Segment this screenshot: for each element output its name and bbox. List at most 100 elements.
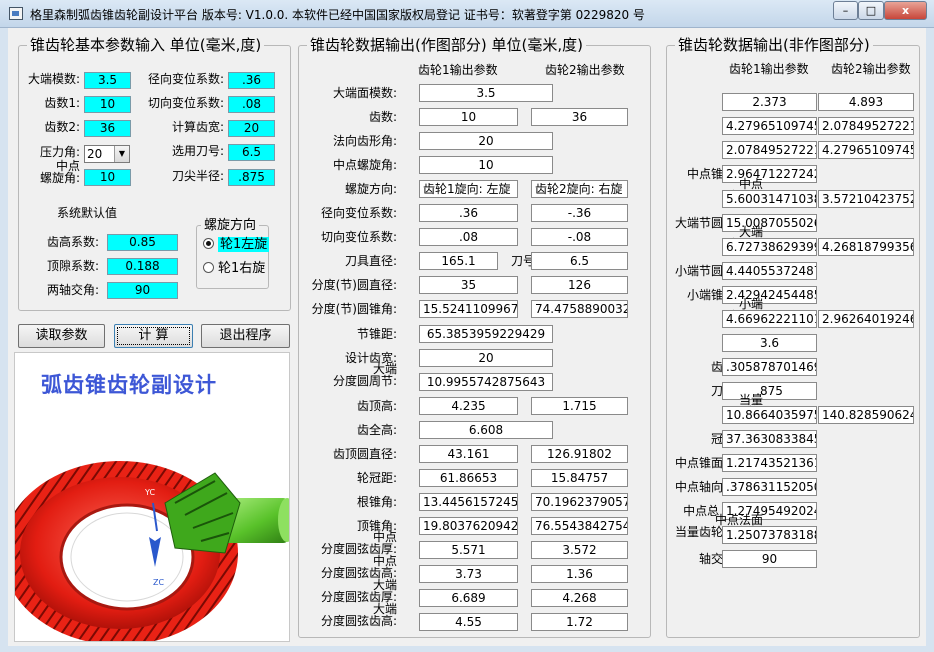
input-label: 中点 螺旋角: — [39, 159, 80, 185]
input-field[interactable]: .36 — [228, 72, 275, 89]
input-label: 齿数1: — [44, 96, 80, 110]
input-field[interactable]: 10 — [84, 169, 131, 186]
mid-row-value-gear1: 10 — [419, 108, 518, 126]
exit-button[interactable]: 退出程序 — [201, 324, 290, 348]
mid-row-value-gear1: 6.689 — [419, 589, 518, 607]
mid-row-value-gear2: 6.5 — [531, 252, 628, 270]
mid-row-label: 大端面模数: — [332, 86, 397, 100]
right-row-value-gear2: 140.828590624244 — [818, 406, 914, 424]
mid-row-value-gear2: 1.72 — [531, 613, 628, 631]
mid-row-value-gear2: 4.268 — [531, 589, 628, 607]
chevron-down-icon[interactable]: ▼ — [114, 146, 129, 162]
mid-row-value-gear2: 126 — [531, 276, 628, 294]
calculate-button[interactable]: 计 算 — [114, 324, 193, 348]
mid-row-label: 齿数: — [368, 110, 397, 124]
mid-row-value-gear1: 165.1 — [419, 252, 498, 270]
default-field[interactable]: 90 — [107, 282, 178, 299]
helix-group-title: 螺旋方向 — [201, 217, 260, 235]
right-row-value-gear1: 37.3630833845386 — [722, 430, 817, 448]
input-label: 大端模数: — [27, 72, 80, 86]
input-field[interactable]: 3.5 — [84, 72, 131, 89]
mid-row-label: 轮冠距: — [356, 471, 397, 485]
right-row-value-gear1: 1.25073783188761 — [722, 526, 817, 544]
mid-row-value-gear2: 1.715 — [531, 397, 628, 415]
default-field[interactable]: 0.85 — [107, 234, 178, 251]
mid-row-label: 分度(节)圆直径: — [311, 278, 397, 292]
read-params-button[interactable]: 读取参数 — [18, 324, 105, 348]
default-field[interactable]: 0.188 — [107, 258, 178, 275]
input-params-group: 锥齿轮基本参数输入 单位(毫米,度) 大端模数: 3.5 径向变位系数: .36 齿数1… — [18, 36, 291, 311]
mid-row-value-gear1: 35 — [419, 276, 518, 294]
mid-row-value-gear1: 19.803762094214 — [419, 517, 518, 535]
mid-row-value-gear2: 齿轮2旋向: 右旋 — [531, 180, 628, 198]
non-graphic-output-group: 锥齿轮数据输出(非作图部分) 齿轮1输出参数 齿轮2输出参数 齿根高:2.373… — [666, 36, 920, 638]
mid-row-value-gear1: 齿轮1旋向: 左旋 — [419, 180, 518, 198]
default-label: 齿高系数: — [46, 235, 99, 249]
bore-inner-edge — [70, 512, 184, 602]
close-button[interactable]: x — [884, 1, 927, 20]
mid-row-value-gear2: 74.475889003245 — [531, 300, 628, 318]
mid-row-value-gear1: .08 — [419, 228, 518, 246]
graphic-output-group: 锥齿轮数据输出(作图部分) 单位(毫米,度) 齿轮1输出参数 齿轮2输出参数 大… — [298, 36, 651, 638]
input-label: 径向变位系数: — [147, 72, 224, 86]
input-label: 切向变位系数: — [147, 96, 224, 110]
mid-row-label: 大端 分度圆周节: — [332, 362, 397, 388]
radio-right-hand[interactable]: 轮1右旋 — [203, 260, 265, 278]
right-row-value-gear2: 2.07849527221035 — [818, 117, 914, 135]
right-row-value-gear2: 3.57210423752195 — [818, 190, 914, 208]
zc-axis-label: ZC — [153, 578, 164, 587]
right-col2-header: 齿轮2输出参数 — [831, 62, 911, 76]
input-field[interactable]: 20 — [228, 120, 275, 137]
right-row-value-gear1: 4.66962221101032 — [722, 310, 817, 328]
mid-row-label: 节锥距: — [356, 327, 397, 341]
default-label: 两轴交角: — [46, 283, 99, 297]
mid-row-label: 法向齿形角: — [332, 134, 397, 148]
right-row-value-gear1: .378631152050925 — [722, 478, 817, 496]
mid-row-value-gear2: 76.554384275456 — [531, 517, 628, 535]
yc-axis-label: YC — [144, 488, 155, 497]
right-row-value-gear2: 4.26818799356745 — [818, 238, 914, 256]
window-title: 格里森制弧齿锥齿轮副设计平台 版本号: V1.0.0. 本软件已经中国国家版权局… — [30, 8, 645, 22]
mid-row-label: 大端 分度圆弦齿厚: — [320, 578, 397, 604]
mid-row-label: 中点 分度圆弦齿厚: — [320, 530, 397, 556]
radio-left-hand[interactable]: 轮1左旋 — [203, 236, 270, 254]
app-icon — [9, 7, 23, 20]
right-row-value-gear2: 2.96264019246593 — [818, 310, 914, 328]
mid-row-value-gear2: 70.196237905785 — [531, 493, 628, 511]
radio-on-icon — [203, 238, 214, 249]
input-label: 压力角: — [39, 145, 80, 159]
input-field[interactable]: 6.5 — [228, 144, 275, 161]
right-row-value-gear1: 3.6 — [722, 334, 817, 352]
right-row-value-gear2: 4.893 — [818, 93, 914, 111]
pressure-angle-select[interactable]: 20 ▼ — [84, 145, 130, 163]
minimize-button[interactable]: – — [833, 1, 858, 20]
mid-row-value-gear1: 15.524110996754 — [419, 300, 518, 318]
input-field[interactable]: 36 — [84, 120, 131, 137]
mid-row-value-gear1: 10 — [419, 156, 553, 174]
input-field[interactable]: 10 — [84, 96, 131, 113]
input-field[interactable]: .875 — [228, 169, 275, 186]
mid-row-value-gear1: 43.161 — [419, 445, 518, 463]
mid-row-value-gear1: 3.5 — [419, 84, 553, 102]
non-graphic-output-title: 锥齿轮数据输出(非作图部分) — [675, 36, 873, 54]
mid-row-value-gear1: .36 — [419, 204, 518, 222]
input-field[interactable]: .08 — [228, 96, 275, 113]
right-row-value-gear1: 6.72738629399681 — [722, 238, 817, 256]
right-row-value-gear1: 2.373 — [722, 93, 817, 111]
gear-preview-panel: 弧齿锥齿轮副设计 ZC YC — [14, 352, 290, 642]
mid-row-value-gear1: 13.445615724543 — [419, 493, 518, 511]
right-row-value-gear1: 4.27965109745985 — [722, 117, 817, 135]
mid-row-label: 螺旋方向: — [344, 182, 397, 196]
mid-row-value-gear1: 5.571 — [419, 541, 518, 559]
right-row-value-gear1: .305878701469823 — [722, 358, 817, 376]
mid-row-label: 径向变位系数: — [320, 206, 397, 220]
mid-row-value-gear2: 126.91802 — [531, 445, 628, 463]
mid-row-label: 齿全高: — [356, 423, 397, 437]
gear-illustration: ZC YC — [15, 461, 289, 641]
mid-col2-header: 齿轮2输出参数 — [545, 63, 625, 77]
mid-row-value-gear2: 3.572 — [531, 541, 628, 559]
mid-row-value-gear2: -.36 — [531, 204, 628, 222]
right-row-value-gear1: 1.21743521361566 — [722, 454, 817, 472]
maximize-button[interactable]: □ — [858, 1, 884, 20]
right-row-value-gear1: 4.44055372487373 — [722, 262, 817, 280]
